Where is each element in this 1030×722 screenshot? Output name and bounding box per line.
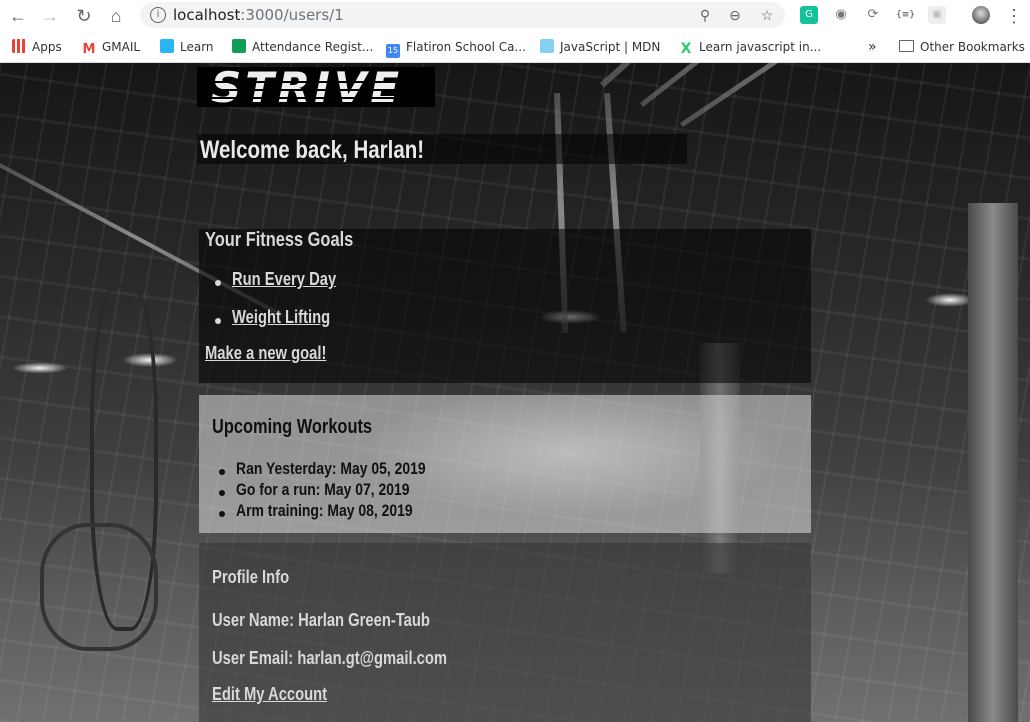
star-icon[interactable]: ☆ — [758, 6, 776, 24]
apps-grid-icon — [12, 39, 26, 53]
bullet-dot — [219, 469, 225, 475]
page-background: STRIVE Welcome back, Harlan! Your Fitnes… — [0, 63, 1030, 722]
learn-icon — [160, 39, 174, 53]
menu-kebab-icon[interactable]: ⋮ — [1004, 6, 1024, 26]
other-bookmarks-label: Other Bookmarks — [920, 40, 1025, 54]
profile-title: Profile Info — [212, 567, 290, 587]
folder-icon — [899, 40, 914, 52]
ceiling-pipe — [640, 63, 975, 107]
bookmark-label: GMAIL — [102, 40, 141, 54]
bookmark-label: Attendance Regist... — [252, 40, 374, 54]
camera-extension-icon[interactable]: ◉ — [832, 6, 850, 24]
strive-logo[interactable]: STRIVE — [197, 63, 435, 112]
bullet-dot — [215, 280, 221, 286]
goal-link-weight-lifting[interactable]: Weight Lifting — [232, 307, 330, 328]
url-text[interactable]: localhost:3000/users/1 — [173, 6, 344, 24]
info-icon[interactable]: i — [150, 7, 166, 23]
logo-stripe — [197, 81, 435, 83]
url-path: :3000/users/1 — [240, 6, 344, 24]
bookmarks-bar: Apps M GMAIL Learn Attendance Regist... 1… — [0, 32, 1030, 63]
zoom-icon[interactable]: ⊖ — [726, 6, 744, 24]
reload-icon[interactable]: ↻ — [74, 6, 94, 26]
welcome-banner: Welcome back, Harlan! — [197, 134, 687, 164]
battle-rope — [40, 523, 158, 651]
goals-title: Your Fitness Goals — [205, 229, 354, 251]
make-new-goal-link[interactable]: Make a new goal! — [205, 343, 326, 364]
key-icon[interactable]: ⚲ — [696, 6, 714, 24]
bookmark-attendance[interactable]: Attendance Regist... — [232, 39, 373, 55]
sync-extension-icon[interactable]: ⟳ — [864, 6, 882, 24]
workouts-title: Upcoming Workouts — [212, 416, 373, 438]
bullet-dot — [219, 490, 225, 496]
ceiling-pipe — [680, 63, 1015, 128]
grammarly-extension-icon[interactable]: G — [800, 6, 818, 24]
fitness-goals-section: Your Fitness Goals Run Every Day Weight … — [199, 229, 811, 383]
workout-item: Go for a run: May 07, 2019 — [236, 480, 410, 499]
bookmark-label: Learn javascript in... — [699, 40, 822, 54]
calendar-icon: 15 — [386, 44, 400, 58]
bookmark-label: JavaScript | MDN — [560, 40, 661, 54]
logo-text: STRIVE — [211, 63, 404, 112]
address-bar[interactable]: i localhost:3000/users/1 ⚲ ⊖ ☆ — [140, 2, 785, 28]
bullet-dot — [219, 511, 225, 517]
pillar — [968, 203, 1018, 722]
logo-stripe — [197, 89, 435, 91]
bookmark-flatiron-calendar[interactable]: 15 Flatiron School Ca... — [386, 39, 526, 58]
back-arrow-icon[interactable]: ← — [8, 6, 28, 26]
edit-account-link[interactable]: Edit My Account — [212, 684, 327, 705]
learnx-icon: X — [679, 41, 693, 57]
user-name: User Name: Harlan Green-Taub — [212, 610, 430, 630]
avatar[interactable] — [972, 6, 990, 24]
gmail-icon: M — [82, 42, 96, 57]
welcome-heading: Welcome back, Harlan! — [200, 136, 425, 164]
bookmark-learn-javascript[interactable]: X Learn javascript in... — [679, 39, 822, 57]
workout-item: Ran Yesterday: May 05, 2019 — [236, 459, 426, 478]
bookmarks-overflow-button[interactable]: » — [868, 39, 877, 55]
bookmark-mdn[interactable]: JavaScript | MDN — [540, 39, 660, 55]
logo-stripe — [197, 97, 435, 99]
url-host: localhost — [173, 6, 241, 24]
other-bookmarks[interactable]: Other Bookmarks — [899, 39, 1025, 55]
forward-arrow-icon[interactable]: → — [40, 6, 60, 26]
bookmark-gmail[interactable]: M GMAIL — [82, 39, 141, 57]
json-extension-icon[interactable]: {≡} — [896, 6, 915, 24]
browser-toolbar: ← → ↻ ⌂ i localhost:3000/users/1 ⚲ ⊖ ☆ G… — [0, 0, 1030, 32]
upcoming-workouts-section: Upcoming Workouts Ran Yesterday: May 05,… — [199, 395, 811, 533]
workout-item: Arm training: May 08, 2019 — [236, 501, 413, 520]
bullet-dot — [215, 318, 221, 324]
puzzle-extension-icon[interactable]: ▣ — [928, 6, 946, 24]
bookmark-learn[interactable]: Learn — [160, 39, 214, 55]
bookmark-apps[interactable]: Apps — [12, 39, 62, 55]
home-icon[interactable]: ⌂ — [106, 6, 126, 26]
sheets-icon — [232, 39, 246, 53]
bookmark-label: Apps — [32, 40, 62, 54]
profile-info-section: Profile Info User Name: Harlan Green-Tau… — [199, 543, 811, 722]
bookmark-label: Flatiron School Ca... — [406, 40, 526, 54]
mdn-icon — [540, 39, 554, 53]
bookmark-label: Learn — [180, 40, 214, 54]
goal-link-run-every-day[interactable]: Run Every Day — [232, 269, 336, 290]
user-email: User Email: harlan.gt@gmail.com — [212, 648, 448, 668]
